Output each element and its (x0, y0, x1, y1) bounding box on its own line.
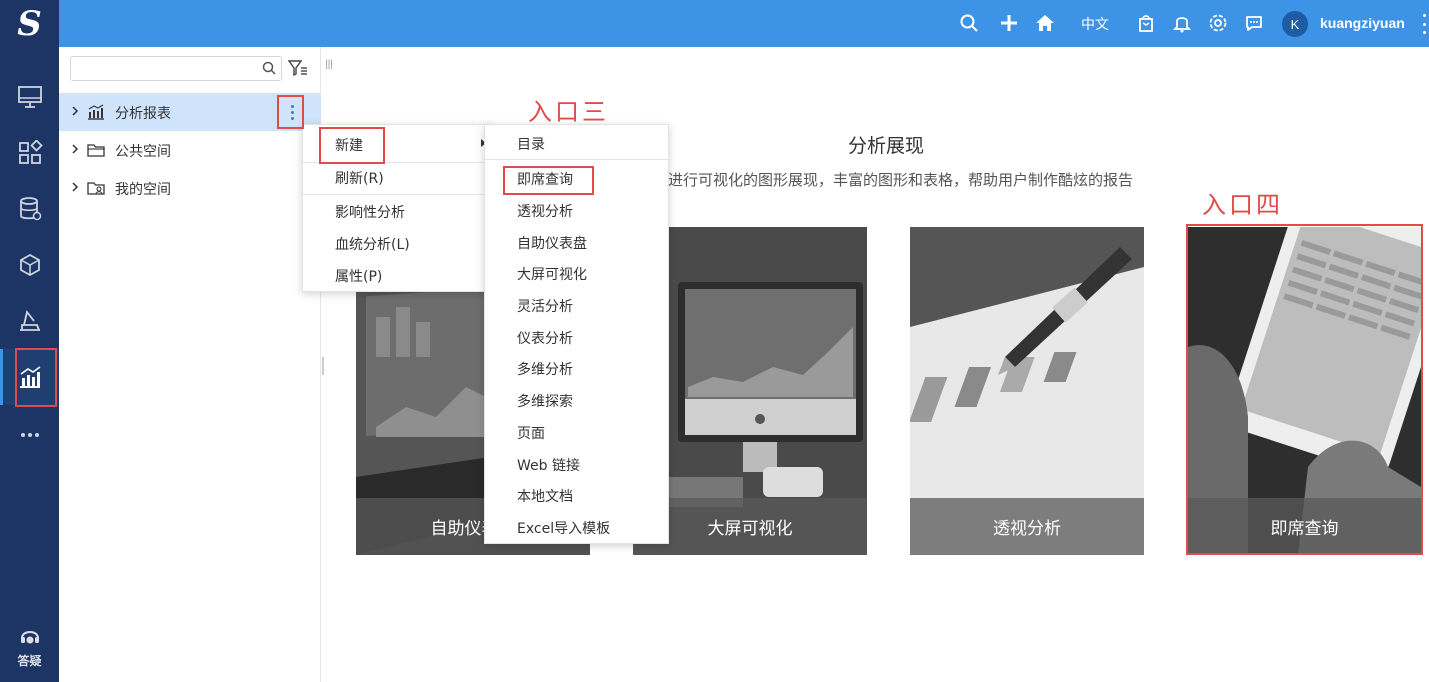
folder-icon (87, 144, 105, 157)
chevron-right-icon[interactable] (71, 144, 79, 154)
menu-item-lineage-analysis[interactable]: 血统分析(L) (303, 229, 493, 259)
help-label: 答疑 (17, 653, 42, 668)
tree-item-label: 分析报表 (115, 106, 171, 122)
grid-icon[interactable] (0, 125, 59, 181)
menu-item-refresh[interactable]: 刷新(R) (303, 163, 493, 193)
plus-icon[interactable] (998, 12, 1020, 34)
menu-divider (485, 159, 670, 160)
card-pivot-analysis[interactable]: 透视分析 (910, 227, 1144, 555)
monitor-icon[interactable] (0, 69, 59, 125)
card-caption: 透视分析 (910, 498, 1144, 555)
tree-item-label: 公共空间 (115, 144, 171, 160)
submenu-item-olap-explore[interactable]: 多维探索 (485, 386, 670, 416)
panel-collapse-handle[interactable]: ||| (325, 59, 333, 70)
menu-item-impact-analysis[interactable]: 影响性分析 (303, 197, 493, 227)
card-caption: 即席查询 (1188, 498, 1421, 555)
headset-icon (20, 630, 39, 643)
menu-divider (303, 194, 493, 195)
avatar[interactable]: K (1282, 11, 1308, 37)
cube-icon[interactable] (0, 237, 59, 293)
resource-tree-panel: 分析报表 公共空间 我的空间 (59, 47, 321, 682)
panel-resize-handle[interactable] (322, 357, 324, 375)
card-ad-hoc-query[interactable]: 即席查询 (1188, 227, 1421, 555)
settings-eye-icon[interactable] (1207, 12, 1229, 34)
more-vertical-icon[interactable] (279, 97, 305, 127)
submenu-item-self-service-dashboard[interactable]: 自助仪表盘 (485, 228, 670, 258)
help-button[interactable]: 答疑 (0, 617, 59, 677)
context-menu: 新建 刷新(R) 影响性分析 血统分析(L) 属性(P) (302, 124, 493, 292)
new-submenu: 目录 即席查询 透视分析 自助仪表盘 大屏可视化 灵活分析 仪表分析 多维分析 … (484, 124, 670, 544)
bag-icon[interactable] (1135, 12, 1157, 34)
logo-letter: S (17, 3, 42, 44)
submenu-item-web-link[interactable]: Web 链接 (485, 450, 670, 480)
username[interactable]: kuangziyuan (1320, 15, 1405, 31)
tree-item-label: 我的空间 (115, 182, 171, 198)
chart-icon[interactable] (0, 349, 59, 405)
page-description: 进行可视化的图形展现，丰富的图形和表格，帮助用户制作酷炫的报告 (668, 171, 1134, 189)
submenu-item-dashboard-analysis[interactable]: 仪表分析 (485, 323, 670, 353)
submenu-item-olap-analysis[interactable]: 多维分析 (485, 354, 670, 384)
tree-item-analysis-reports[interactable]: 分析报表 (59, 93, 321, 131)
annotation-entry-4: 入口四 (1202, 191, 1283, 219)
app-logo[interactable]: S (0, 0, 59, 47)
tree-item-my-space[interactable]: 我的空间 (59, 169, 321, 207)
menu-item-properties[interactable]: 属性(P) (303, 261, 493, 291)
submenu-item-local-document[interactable]: 本地文档 (485, 481, 670, 511)
submenu-item-big-screen[interactable]: 大屏可视化 (485, 259, 670, 289)
annotation-entry-3: 入口三 (528, 98, 609, 126)
language-switch[interactable]: 中文 (1081, 14, 1109, 34)
submenu-item-pivot-analysis[interactable]: 透视分析 (485, 196, 670, 226)
tree-search-input[interactable] (71, 57, 251, 80)
database-icon[interactable] (0, 181, 59, 237)
tree-search-box (70, 56, 282, 81)
bell-icon[interactable] (1171, 12, 1193, 34)
analysis-tool-icon[interactable] (0, 293, 59, 349)
left-nav: 答疑 (0, 47, 59, 682)
submenu-item-excel-import-template[interactable]: Excel导入模板 (485, 513, 670, 543)
home-icon[interactable] (1034, 12, 1056, 34)
chevron-right-icon[interactable] (71, 106, 79, 116)
search-icon[interactable] (262, 61, 276, 75)
page-title: 分析展现 (848, 135, 925, 157)
chevron-right-icon[interactable] (71, 182, 79, 192)
tree-item-public-space[interactable]: 公共空间 (59, 131, 321, 169)
more-vertical-icon[interactable] (1420, 14, 1429, 34)
report-chart-icon (88, 104, 104, 120)
top-bar: S 中文 K kuangziyuan (0, 0, 1429, 47)
more-horizontal-icon[interactable] (21, 433, 39, 437)
search-icon[interactable] (958, 12, 980, 34)
submenu-item-flexible-analysis[interactable]: 灵活分析 (485, 291, 670, 321)
menu-item-new[interactable]: 新建 (303, 130, 493, 160)
submenu-item-directory[interactable]: 目录 (485, 129, 670, 159)
filter-icon[interactable] (288, 59, 308, 77)
user-folder-icon (87, 182, 105, 195)
chat-icon[interactable] (1243, 12, 1265, 34)
submenu-item-ad-hoc-query[interactable]: 即席查询 (485, 164, 670, 194)
submenu-item-page[interactable]: 页面 (485, 418, 670, 448)
